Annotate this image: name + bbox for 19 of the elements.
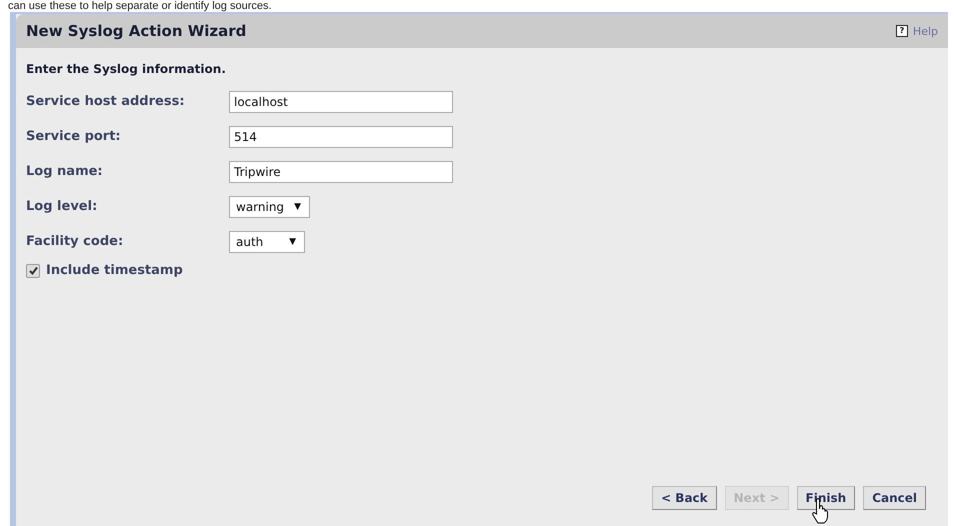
input-field[interactable]: localhost xyxy=(229,90,453,112)
field-label: Log name: xyxy=(26,164,104,179)
page-text: can use these to help separate or identify log sources. xyxy=(7,0,273,12)
field-label: Service host address: xyxy=(26,94,186,109)
field-label: Facility code: xyxy=(26,234,124,249)
input-field[interactable]: 514 xyxy=(229,126,453,148)
field-label: Service port: xyxy=(26,129,122,144)
wizard-button[interactable]: Finish xyxy=(796,486,856,510)
dropdown[interactable]: auth ▼ xyxy=(229,230,305,252)
window-title: New Syslog Action Wizard xyxy=(26,22,246,40)
wizard-button[interactable]: Cancel xyxy=(863,486,926,510)
checkbox[interactable] xyxy=(26,264,40,278)
field-label: Log level: xyxy=(26,199,98,214)
checkbox-label: Include timestamp xyxy=(46,263,183,278)
wizard-button[interactable]: < Back xyxy=(652,486,717,510)
instruction-text: Enter the Syslog information. xyxy=(26,62,227,76)
dropdown[interactable]: warning ▼ xyxy=(229,196,310,218)
input-field[interactable]: Tripwire xyxy=(229,160,453,182)
help-icon[interactable]: ? xyxy=(896,25,908,37)
